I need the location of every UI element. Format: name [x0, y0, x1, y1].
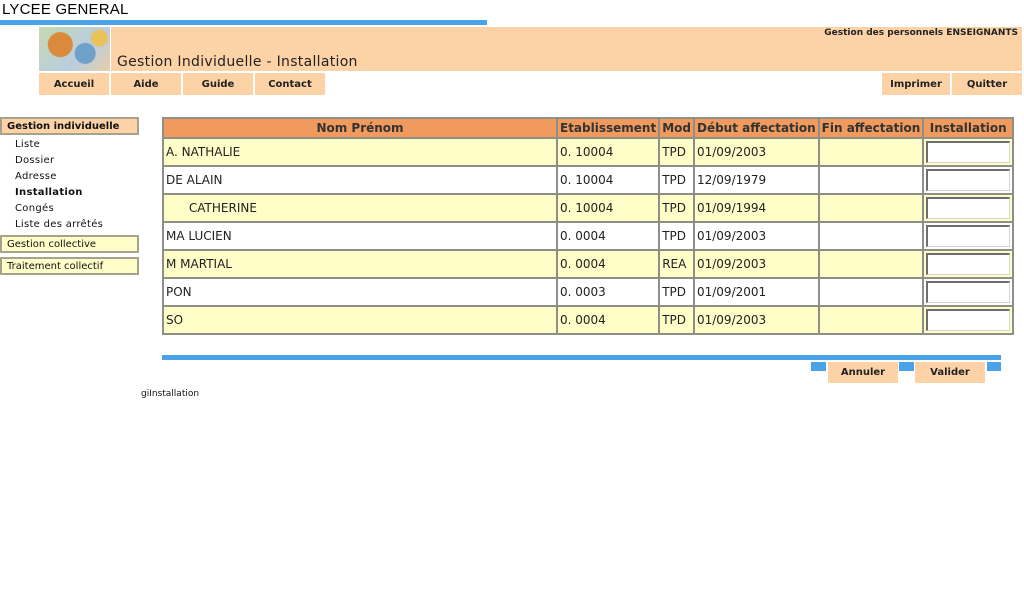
- cell-mod: TPD: [660, 307, 693, 333]
- nav-guide-button[interactable]: Guide: [183, 73, 253, 95]
- sidebar-section-individuelle[interactable]: Gestion individuelle: [0, 117, 139, 135]
- sidebar-section-traitement[interactable]: Traitement collectif: [0, 257, 139, 275]
- installation-input[interactable]: [926, 309, 1011, 331]
- cell-etablissement: 0. 0004: [558, 251, 659, 277]
- cell-mod: TPD: [660, 195, 693, 221]
- cell-fin: [819, 139, 923, 165]
- table-row: M MARTIAL 0. 0004 REA 01/09/2003: [164, 251, 1013, 277]
- cell-installation: [924, 139, 1013, 165]
- top-accent-bar: [0, 20, 487, 25]
- cell-installation: [924, 223, 1013, 249]
- installation-input[interactable]: [926, 253, 1011, 275]
- cell-debut: 01/09/1994: [694, 195, 818, 221]
- page-title: Gestion Individuelle - Installation: [117, 54, 358, 70]
- cell-mod: TPD: [660, 223, 693, 249]
- logo-image: [39, 27, 110, 71]
- cell-mod: TPD: [660, 167, 693, 193]
- nav-quitter-button[interactable]: Quitter: [952, 73, 1022, 95]
- cell-nom: CATHERINE: [164, 195, 556, 221]
- installation-input[interactable]: [926, 169, 1011, 191]
- installation-table: Nom Prénom Etablissement Mod Début affec…: [162, 117, 1015, 335]
- cell-nom: A. NATHALIE: [164, 139, 556, 165]
- table-row: PON 0. 0003 TPD 01/09/2001: [164, 279, 1013, 305]
- cell-installation: [924, 167, 1013, 193]
- sidebar-item-liste-arretes[interactable]: Liste des arrêtés: [15, 219, 103, 230]
- cell-mod: REA: [660, 251, 693, 277]
- page-code-label: giInstallation: [141, 389, 200, 399]
- cell-nom: SO: [164, 307, 556, 333]
- cell-etablissement: 0. 10004: [558, 139, 659, 165]
- cell-debut: 01/09/2003: [694, 307, 818, 333]
- sidebar-section-collective[interactable]: Gestion collective: [0, 235, 139, 253]
- cell-etablissement: 0. 0004: [558, 223, 659, 249]
- sidebar-item-dossier[interactable]: Dossier: [15, 155, 54, 166]
- nav-contact-button[interactable]: Contact: [255, 73, 325, 95]
- cell-mod: TPD: [660, 279, 693, 305]
- cell-etablissement: 0. 10004: [558, 195, 659, 221]
- table-row: MA LUCIEN 0. 0004 TPD 01/09/2003: [164, 223, 1013, 249]
- col-header-mod: Mod: [660, 119, 693, 137]
- installation-input[interactable]: [926, 281, 1011, 303]
- installation-input[interactable]: [926, 141, 1011, 163]
- table-row: DE ALAIN 0. 10004 TPD 12/09/1979: [164, 167, 1013, 193]
- sidebar-item-installation[interactable]: Installation: [15, 187, 83, 198]
- cell-debut: 12/09/1979: [694, 167, 818, 193]
- sidebar-item-adresse[interactable]: Adresse: [15, 171, 57, 182]
- cell-fin: [819, 223, 923, 249]
- col-header-etablissement: Etablissement: [558, 119, 659, 137]
- cell-debut: 01/09/2003: [694, 223, 818, 249]
- cell-nom: PON: [164, 279, 556, 305]
- table-row: CATHERINE 0. 10004 TPD 01/09/1994: [164, 195, 1013, 221]
- cell-etablissement: 0. 10004: [558, 167, 659, 193]
- cell-nom: MA LUCIEN: [164, 223, 556, 249]
- sidebar-item-conges[interactable]: Congés: [15, 203, 54, 214]
- table-header-row: Nom Prénom Etablissement Mod Début affec…: [164, 119, 1013, 137]
- cell-nom: DE ALAIN: [164, 167, 556, 193]
- cell-debut: 01/09/2003: [694, 139, 818, 165]
- action-tab-decor: [987, 362, 1001, 371]
- cell-installation: [924, 195, 1013, 221]
- cell-etablissement: 0. 0004: [558, 307, 659, 333]
- cell-fin: [819, 167, 923, 193]
- nav-imprimer-button[interactable]: Imprimer: [882, 73, 950, 95]
- valider-button[interactable]: Valider: [915, 362, 985, 383]
- table-row: A. NATHALIE 0. 10004 TPD 01/09/2003: [164, 139, 1013, 165]
- col-header-nom: Nom Prénom: [164, 119, 556, 137]
- header-band: Gestion des personnels ENSEIGNANTS Gesti…: [111, 27, 1022, 71]
- cell-installation: [924, 279, 1013, 305]
- annuler-button[interactable]: Annuler: [828, 362, 898, 383]
- cell-installation: [924, 251, 1013, 277]
- installation-input[interactable]: [926, 197, 1011, 219]
- installation-input[interactable]: [926, 225, 1011, 247]
- cell-installation: [924, 307, 1013, 333]
- table-row: SO 0. 0004 TPD 01/09/2003: [164, 307, 1013, 333]
- cell-fin: [819, 251, 923, 277]
- action-tab-decor: [899, 362, 914, 371]
- cell-nom: M MARTIAL: [164, 251, 556, 277]
- sidebar-item-liste[interactable]: Liste: [15, 139, 40, 150]
- cell-mod: TPD: [660, 139, 693, 165]
- cell-debut: 01/09/2001: [694, 279, 818, 305]
- nav-accueil-button[interactable]: Accueil: [39, 73, 109, 95]
- cell-etablissement: 0. 0003: [558, 279, 659, 305]
- cell-fin: [819, 279, 923, 305]
- nav-aide-button[interactable]: Aide: [111, 73, 181, 95]
- col-header-fin: Fin affectation: [819, 119, 923, 137]
- school-name: LYCEE GENERAL: [2, 1, 129, 18]
- bottom-accent-bar: [162, 355, 1001, 360]
- cell-fin: [819, 195, 923, 221]
- module-label: Gestion des personnels ENSEIGNANTS: [824, 28, 1018, 38]
- cell-fin: [819, 307, 923, 333]
- cell-debut: 01/09/2003: [694, 251, 818, 277]
- col-header-debut: Début affectation: [694, 119, 818, 137]
- action-tab-decor: [811, 362, 826, 371]
- col-header-installation: Installation: [924, 119, 1013, 137]
